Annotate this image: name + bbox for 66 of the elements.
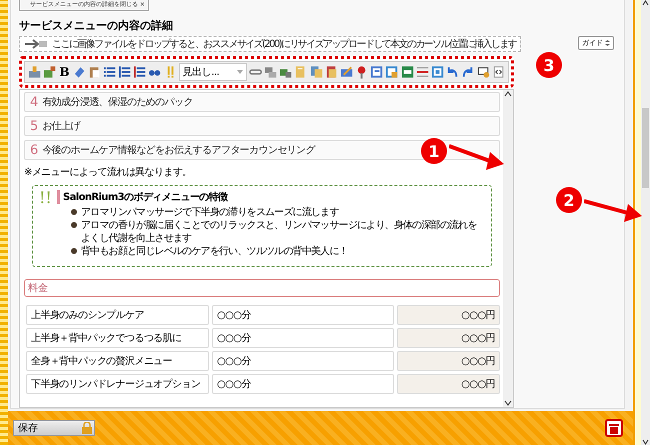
pin-icon[interactable] (355, 65, 368, 79)
line-icon[interactable] (416, 65, 429, 79)
step-number: 5 (30, 118, 38, 134)
step-number: 6 (30, 142, 38, 158)
feature-title: SalonRium3のボディメニューの特徴 (57, 190, 485, 204)
upload-icon[interactable] (28, 65, 42, 79)
trash-icon (609, 422, 619, 434)
frame-icon[interactable] (385, 65, 399, 79)
step-text: お仕上げ (42, 120, 80, 133)
step-number: 4 (30, 94, 38, 110)
heading-select[interactable]: 見出し... (178, 63, 247, 81)
paste-icon[interactable] (88, 65, 101, 79)
price-heading-field[interactable]: 料金 (24, 279, 500, 297)
step-text: 今後のホームケア情報などをお伝えするアフターカウンセリング (42, 144, 315, 157)
editor-area[interactable] (19, 89, 514, 408)
source-code-icon[interactable] (492, 65, 505, 79)
price-cell[interactable]: ○○○円 (397, 351, 500, 371)
delete-button[interactable] (605, 419, 623, 437)
callout-arrow (584, 199, 642, 222)
duration-cell[interactable]: ○○○分 (212, 328, 394, 348)
table-icon[interactable] (264, 65, 278, 79)
document-copy-icon[interactable] (310, 65, 323, 79)
redo-icon[interactable] (461, 65, 475, 79)
menu-name-cell[interactable]: 下半身のリンパドレナージュオプション (26, 374, 209, 394)
drop-zone[interactable]: ここに画像ファイルをドロップすると、おススメサイズ(200)にリサイズアップロードして本文のカーソル位置に挿入します (19, 36, 522, 52)
price-cell[interactable]: ○○○円 (397, 328, 500, 348)
feature-bullet: アロマリンパマッサージで下半身の滞りをスムーズに流します (71, 206, 485, 219)
duration-cell[interactable]: ○○○分 (212, 305, 394, 325)
section-title: サービスメニューの内容の詳細 (19, 18, 174, 33)
box-icon[interactable] (431, 65, 444, 79)
note-text: ※メニューによって流れは異なります。 (24, 166, 193, 179)
price-cell[interactable]: ○○○円 (397, 305, 500, 325)
numbered-list-icon[interactable] (118, 65, 132, 79)
editor-scrollbar[interactable] (503, 90, 513, 407)
duration-cell[interactable]: ○○○分 (212, 351, 394, 371)
undo-icon[interactable] (446, 65, 460, 79)
scroll-thumb[interactable] (642, 108, 649, 188)
menu-name-cell[interactable]: 上半身のみのシンプルケア (26, 305, 209, 325)
save-button[interactable]: 保存 (13, 420, 95, 436)
feature-bullet: アロマの香りが脳に届くことでのリラックスと、リンパマッサージにより、身体の深部の流れをよくし代謝を向上させます (71, 219, 485, 245)
callout-arrow (449, 144, 504, 170)
duration-cell[interactable]: ○○○分 (212, 374, 394, 394)
arrow-icon (24, 39, 48, 49)
lock-icon (82, 422, 92, 434)
bold-button[interactable]: B (58, 65, 70, 79)
feature-bullet: 背中もお顔と同じレベルのケアを行い、ツルツルの背中美人に！ (71, 245, 485, 258)
price-cell[interactable]: ○○○円 (397, 374, 500, 394)
eraser-icon[interactable] (72, 65, 86, 79)
document-paste-icon[interactable] (324, 65, 338, 79)
bullet-list-icon[interactable] (102, 65, 116, 79)
menu-name-cell[interactable]: 上半身＋背中パックでつるつる肌に (26, 328, 209, 348)
scroll-down-icon[interactable] (504, 399, 512, 407)
step-text: 有効成分浸透、保湿のためのパック (42, 96, 193, 109)
image-icon[interactable] (43, 65, 56, 79)
scroll-up-icon[interactable] (642, 0, 649, 6)
exclamation-mark: !! (39, 190, 53, 209)
preview-icon[interactable] (476, 65, 490, 79)
check-list-icon[interactable] (133, 65, 146, 79)
edit-icon[interactable] (340, 65, 354, 79)
scroll-down-icon[interactable] (642, 439, 649, 445)
page-scrollbar[interactable] (641, 0, 650, 445)
menu-name-cell[interactable]: 全身＋背中パックの贅沢メニュー (26, 351, 209, 371)
caret-icon (236, 70, 243, 74)
caret-icon (605, 40, 610, 46)
scroll-up-icon[interactable] (504, 90, 512, 98)
drop-hint: ここに画像ファイルをドロップすると、おススメサイズ(200)にリサイズアップロードして本文のカーソル位置に挿入します (52, 38, 516, 51)
